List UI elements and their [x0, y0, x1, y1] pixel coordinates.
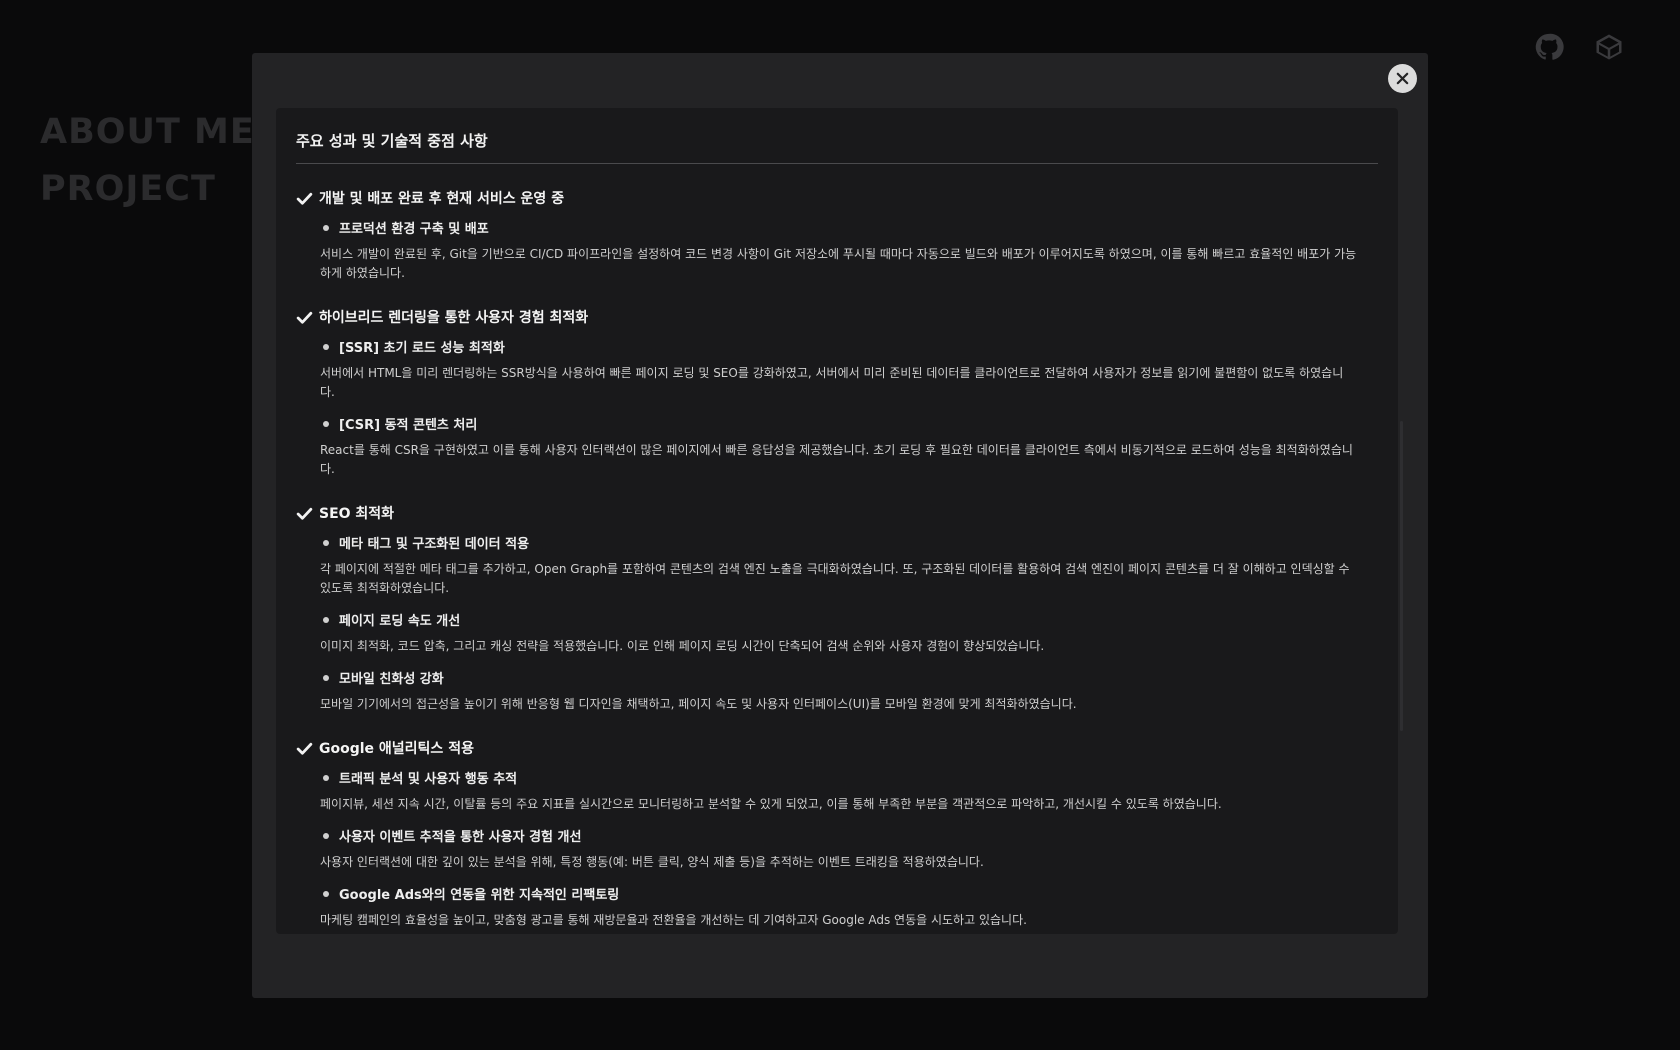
item-description: 마케팅 캠페인의 효율성을 높이고, 맞춤형 광고를 통해 재방문율과 전환율을…	[320, 913, 1027, 927]
item-header: 사용자 이벤트 추적을 통한 사용자 경험 개선	[320, 826, 1378, 845]
achievement-item: Google Ads와의 연동을 위한 지속적인 리팩토링마케팅 캠페인의 효율…	[320, 884, 1378, 930]
item-title: [SSR] 초기 로드 성능 최적화	[339, 341, 505, 356]
bullet-icon	[323, 616, 329, 623]
item-title: 트래픽 분석 및 사용자 행동 추적	[339, 772, 518, 787]
achievement-item: 모바일 친화성 강화모바일 기기에서의 접근성을 높이기 위해 반응형 웹 디자…	[320, 668, 1378, 714]
bullet-icon	[323, 890, 329, 897]
achievement-item: 페이지 로딩 속도 개선이미지 최적화, 코드 압축, 그리고 캐싱 전략을 적…	[320, 610, 1378, 656]
project-detail-modal: 주요 성과 및 기술적 중점 사항 개발 및 배포 완료 후 현재 서비스 운영…	[252, 53, 1428, 998]
modal-scrollbar[interactable]	[1400, 421, 1403, 731]
achievement-item: 트래픽 분석 및 사용자 행동 추적페이지뷰, 세션 지속 시간, 이탈률 등의…	[320, 768, 1378, 814]
item-title: Google Ads와의 연동을 위한 지속적인 리팩토링	[339, 888, 620, 903]
section-header: 하이브리드 렌더링을 통한 사용자 경험 최적화	[296, 307, 1378, 327]
achievement-item: [SSR] 초기 로드 성능 최적화서버에서 HTML을 미리 렌더링하는 SS…	[320, 337, 1378, 402]
item-header: 트래픽 분석 및 사용자 행동 추적	[320, 768, 1378, 787]
achievement-item: [CSR] 동적 콘텐츠 처리 React를 통해 CSR을 구현하였고 이를 통…	[320, 414, 1378, 479]
achievement-item: 사용자 이벤트 추적을 통한 사용자 경험 개선사용자 인터랙션에 대한 깊이 …	[320, 826, 1378, 872]
panel-title: 주요 성과 및 기술적 중점 사항	[296, 130, 1378, 164]
bullet-icon	[323, 774, 329, 781]
item-title: [CSR] 동적 콘텐츠 처리	[339, 418, 478, 433]
section-title: SEO 최적화	[319, 506, 395, 522]
nav-project[interactable]: PROJECT	[40, 161, 255, 218]
item-title: 사용자 이벤트 추적을 통한 사용자 경험 개선	[339, 830, 582, 845]
item-description: 각 페이지에 적절한 메타 태그를 추가하고, Open Graph를 포함하여…	[320, 562, 1350, 595]
section-header: Google 애널리틱스 적용	[296, 738, 1378, 758]
item-title: 메타 태그 및 구조화된 데이터 적용	[339, 537, 530, 552]
item-title: 페이지 로딩 속도 개선	[339, 614, 461, 629]
item-header: Google Ads와의 연동을 위한 지속적인 리팩토링	[320, 884, 1378, 903]
sections-list: 개발 및 배포 완료 후 현재 서비스 운영 중프로덕션 환경 구축 및 배포서…	[296, 188, 1378, 930]
bullet-icon	[323, 674, 329, 681]
github-icon[interactable]	[1534, 32, 1564, 62]
item-header: [SSR] 초기 로드 성능 최적화	[320, 337, 1378, 356]
check-icon	[296, 739, 314, 757]
close-icon	[1396, 72, 1409, 85]
item-description: 이미지 최적화, 코드 압축, 그리고 캐싱 전략을 적용했습니다. 이로 인해…	[320, 639, 1045, 653]
achievement-section: SEO 최적화메타 태그 및 구조화된 데이터 적용각 페이지에 적절한 메타 …	[296, 503, 1378, 714]
check-icon	[296, 308, 314, 326]
section-title: Google 애널리틱스 적용	[319, 741, 474, 757]
section-header: 개발 및 배포 완료 후 현재 서비스 운영 중	[296, 188, 1378, 208]
item-title: 모바일 친화성 강화	[339, 672, 444, 687]
bullet-icon	[323, 224, 329, 231]
top-icons	[1534, 32, 1624, 62]
achievement-item: 프로덕션 환경 구축 및 배포서비스 개발이 완료된 후, Git을 기반으로 …	[320, 218, 1378, 283]
achievement-section: Google 애널리틱스 적용트래픽 분석 및 사용자 행동 추적페이지뷰, 세…	[296, 738, 1378, 930]
velog-icon[interactable]	[1594, 32, 1624, 62]
item-description: 서버에서 HTML을 미리 렌더링하는 SSR방식을 사용하여 빠른 페이지 로…	[320, 366, 1344, 399]
achievement-section: 개발 및 배포 완료 후 현재 서비스 운영 중프로덕션 환경 구축 및 배포서…	[296, 188, 1378, 283]
achievements-panel: 주요 성과 및 기술적 중점 사항 개발 및 배포 완료 후 현재 서비스 운영…	[276, 108, 1398, 934]
bullet-icon	[323, 420, 329, 427]
section-header: SEO 최적화	[296, 503, 1378, 523]
check-icon	[296, 189, 314, 207]
check-icon	[296, 504, 314, 522]
item-header: 프로덕션 환경 구축 및 배포	[320, 218, 1378, 237]
background-nav: ABOUT ME PROJECT	[40, 104, 255, 218]
section-title: 개발 및 배포 완료 후 현재 서비스 운영 중	[319, 191, 565, 207]
bullet-icon	[323, 832, 329, 839]
item-description: 사용자 인터랙션에 대한 깊이 있는 분석을 위해, 특정 행동(예: 버튼 클…	[320, 855, 984, 869]
item-header: 페이지 로딩 속도 개선	[320, 610, 1378, 629]
close-button[interactable]	[1388, 64, 1417, 93]
achievement-section: 하이브리드 렌더링을 통한 사용자 경험 최적화 [SSR] 초기 로드 성능 최…	[296, 307, 1378, 479]
bullet-icon	[323, 343, 329, 350]
item-description: 모바일 기기에서의 접근성을 높이기 위해 반응형 웹 디자인을 채택하고, 페…	[320, 697, 1077, 711]
item-header: [CSR] 동적 콘텐츠 처리	[320, 414, 1378, 433]
nav-about-me[interactable]: ABOUT ME	[40, 104, 255, 161]
item-header: 메타 태그 및 구조화된 데이터 적용	[320, 533, 1378, 552]
item-description: 페이지뷰, 세션 지속 시간, 이탈률 등의 주요 지표를 실시간으로 모니터링…	[320, 797, 1222, 811]
bullet-icon	[323, 539, 329, 546]
item-header: 모바일 친화성 강화	[320, 668, 1378, 687]
item-title: 프로덕션 환경 구축 및 배포	[339, 222, 489, 237]
item-description: React를 통해 CSR을 구현하였고 이를 통해 사용자 인터랙션이 많은 …	[320, 443, 1353, 476]
achievement-item: 메타 태그 및 구조화된 데이터 적용각 페이지에 적절한 메타 태그를 추가하…	[320, 533, 1378, 598]
item-description: 서비스 개발이 완료된 후, Git을 기반으로 CI/CD 파이프라인을 설정…	[320, 247, 1357, 280]
section-title: 하이브리드 렌더링을 통한 사용자 경험 최적화	[319, 310, 589, 326]
